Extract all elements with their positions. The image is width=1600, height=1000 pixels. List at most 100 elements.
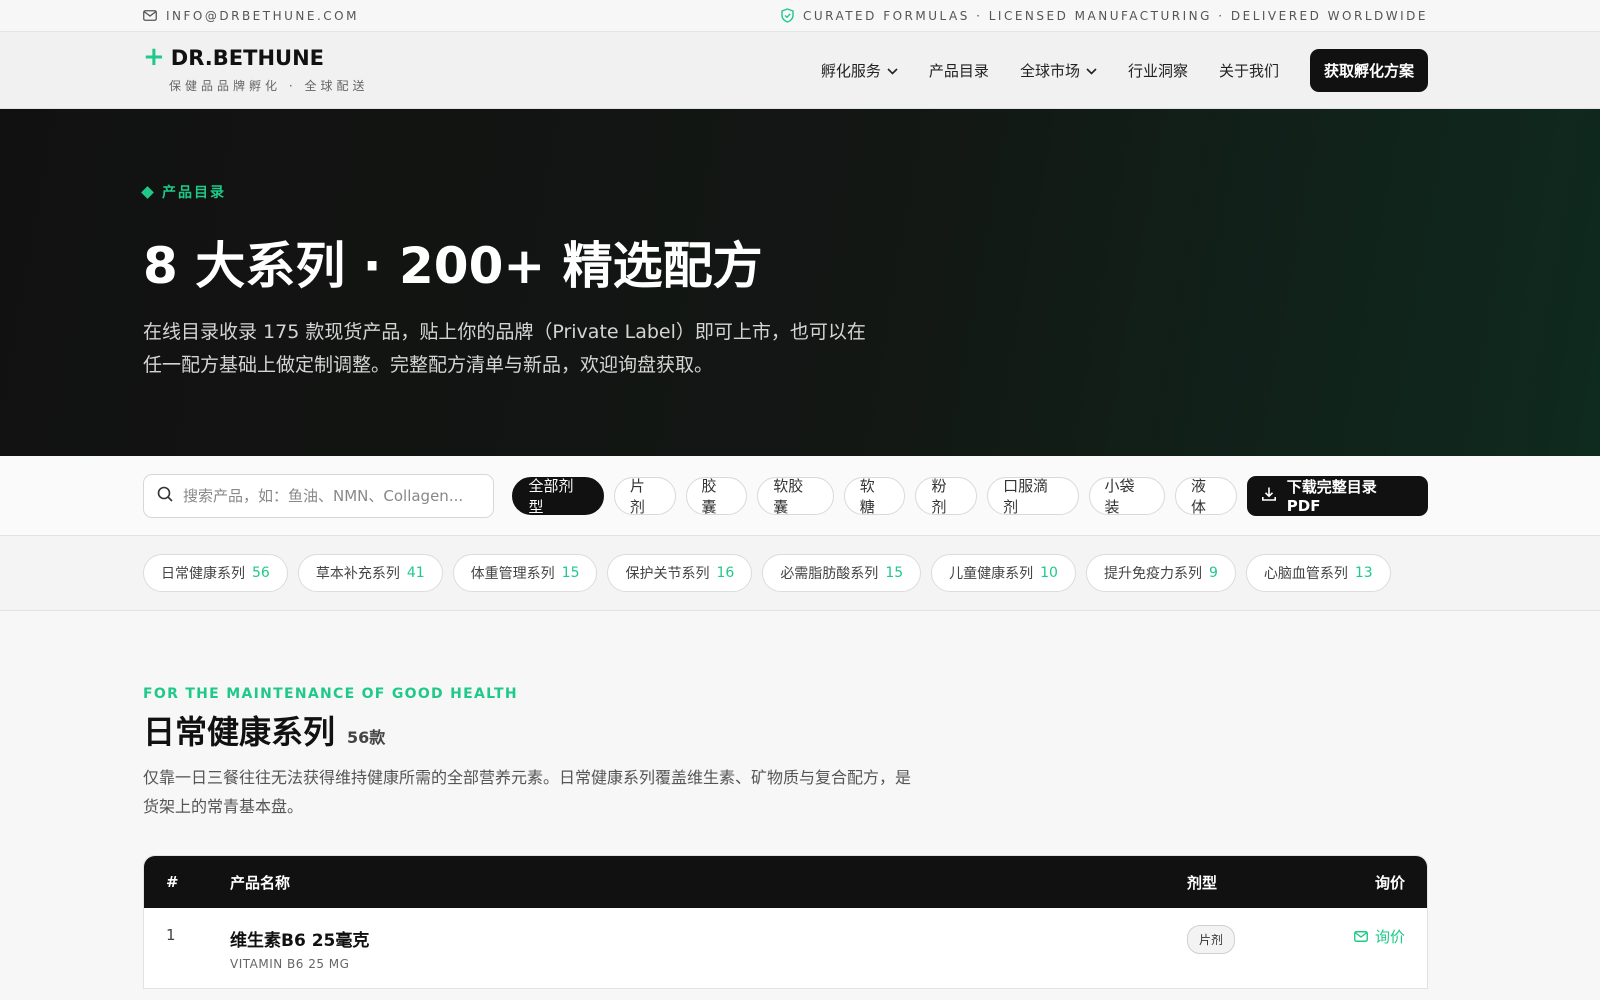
type-badge: 片剂 — [1187, 925, 1236, 954]
series-count: 9 — [1208, 565, 1218, 581]
series-chip[interactable]: 体重管理系列 15 — [452, 554, 598, 592]
series-name: 草本补充系列 — [315, 566, 400, 582]
chip-sachet[interactable]: 小袋装 — [1088, 476, 1166, 516]
section-eyebrow: FOR THE MAINTENANCE OF GOOD HEALTH — [143, 686, 518, 702]
series-name: 保护关节系列 — [625, 566, 710, 582]
row-product: 维生素B6 25毫克 VITAMIN B6 25 MG — [230, 926, 1187, 971]
main-content: FOR THE MAINTENANCE OF GOOD HEALTH 日常健康系… — [0, 611, 1600, 989]
nav-label: 产品目录 — [928, 61, 989, 80]
series-name: 心脑血管系列 — [1263, 566, 1348, 582]
product-table: # 产品名称 剂型 询价 1 维生素B6 25毫克 VITAMIN B6 25 … — [143, 855, 1428, 989]
chip-tablet[interactable]: 片剂 — [613, 476, 676, 516]
table-header: # 产品名称 剂型 询价 — [144, 856, 1427, 908]
section-description: 仅靠一日三餐往往无法获得维持健康所需的全部营养元素。日常健康系列覆盖维生素、矿物… — [143, 763, 1003, 821]
header-ask: 询价 — [1374, 873, 1405, 892]
nav-item-insights[interactable]: 行业洞察 — [1128, 60, 1188, 81]
section-desc-line: 仅靠一日三餐往往无法获得维持健康所需的全部营养元素。日常健康系列覆盖维生素、矿物… — [143, 768, 912, 787]
chip-powder[interactable]: 粉剂 — [915, 476, 978, 516]
series-chip[interactable]: 日常健康系列 56 — [143, 554, 288, 592]
download-pdf-button[interactable]: 下载完整目录 PDF — [1246, 475, 1428, 516]
header-type: 剂型 — [1187, 873, 1218, 892]
download-icon — [1261, 486, 1277, 506]
get-plan-button[interactable]: 获取孵化方案 — [1309, 48, 1428, 92]
diamond-icon — [141, 185, 154, 199]
nav-label: 关于我们 — [1218, 61, 1279, 80]
series-name: 体重管理系列 — [470, 566, 555, 582]
series-count: 15 — [561, 565, 580, 581]
header-name: 产品名称 — [230, 873, 291, 892]
series-count: 41 — [406, 565, 425, 581]
mail-icon — [143, 10, 157, 21]
nav-label: 行业洞察 — [1127, 61, 1188, 80]
plus-icon: + — [143, 41, 165, 72]
nav-item-catalog[interactable]: 产品目录 — [929, 60, 989, 81]
series-chip[interactable]: 儿童健康系列 10 — [931, 554, 1076, 592]
section-heading: 日常健康系列 56款 — [143, 707, 1428, 753]
row-type: 片剂 — [1187, 925, 1317, 954]
inquiry-label: 询价 — [1374, 928, 1405, 946]
search-input[interactable] — [183, 486, 463, 505]
nav-item-incubation[interactable]: 孵化服务 — [821, 60, 898, 81]
table-row[interactable]: 1 维生素B6 25毫克 VITAMIN B6 25 MG 片剂 询价 — [144, 908, 1427, 988]
series-chip[interactable]: 必需脂肪酸系列 15 — [762, 554, 922, 592]
series-chip[interactable]: 提升免疫力系列 9 — [1085, 554, 1236, 592]
series-name: 日常健康系列 — [161, 566, 245, 582]
product-name: 维生素B6 25毫克 — [230, 931, 370, 951]
search-icon — [157, 486, 173, 506]
tagline: CURATED FORMULAS · LICENSED MANUFACTURIN… — [781, 8, 1428, 23]
brand-name: DR.BETHUNE — [170, 46, 324, 70]
contact-email[interactable]: INFO@DRBETHUNE.COM — [143, 9, 359, 23]
page-title: 8 大系列 · 200+ 精选配方 — [143, 237, 763, 295]
nav-label: 全球市场 — [1019, 61, 1080, 80]
email-text: INFO@DRBETHUNE.COM — [166, 8, 359, 23]
inquiry-button[interactable]: 询价 — [1354, 926, 1405, 947]
hero-desc-line: 在线目录收录 175 款现货产品，贴上你的品牌（Private Label）即可… — [143, 321, 866, 343]
hero-eyebrow: 产品目录 — [141, 182, 1457, 202]
hero-desc-line: 任一配方基础上做定制调整。完整配方清单与新品，欢迎询盘获取。 — [143, 354, 714, 376]
series-name: 必需脂肪酸系列 — [780, 566, 879, 582]
series-count: 15 — [885, 565, 904, 581]
header-num: # — [166, 873, 179, 891]
nav-item-about[interactable]: 关于我们 — [1219, 60, 1279, 81]
series-chip[interactable]: 保护关节系列 16 — [607, 554, 753, 592]
row-ask: 询价 — [1317, 926, 1427, 947]
chip-all-forms[interactable]: 全部剂型 — [512, 476, 604, 516]
hero-banner: 产品目录 8 大系列 · 200+ 精选配方 在线目录收录 175 款现货产品，… — [0, 109, 1600, 456]
series-bar: 日常健康系列 56 草本补充系列 41 体重管理系列 15 保护关节系列 16 必需脂肪酸系列 1… — [0, 536, 1600, 611]
download-label: 下载完整目录 PDF — [1286, 478, 1377, 515]
nav-label: 孵化服务 — [820, 61, 881, 80]
nav-item-global-market[interactable]: 全球市场 — [1020, 60, 1097, 81]
chip-capsule[interactable]: 胶囊 — [685, 476, 748, 516]
series-count: 56 — [252, 565, 270, 581]
section-count: 56款 — [347, 728, 386, 747]
series-count: 13 — [1354, 565, 1373, 581]
tagline-text: CURATED FORMULAS · LICENSED MANUFACTURIN… — [802, 8, 1428, 23]
series-name: 儿童健康系列 — [949, 566, 1034, 582]
top-strip: INFO@DRBETHUNE.COM CURATED FORMULAS · LI… — [0, 0, 1600, 32]
chip-gummy[interactable]: 软糖 — [843, 476, 906, 516]
chip-softgel[interactable]: 软胶囊 — [757, 476, 834, 516]
section-title: 日常健康系列 — [143, 713, 336, 751]
filter-bar: 全部剂型 片剂 胶囊 软胶囊 软糖 粉剂 口服滴剂 小袋装 液体 下载完整目录 … — [0, 456, 1600, 536]
hero-description: 在线目录收录 175 款现货产品，贴上你的品牌（Private Label）即可… — [143, 316, 883, 382]
product-name-en: VITAMIN B6 25 MG — [230, 957, 350, 971]
shield-check-icon — [781, 8, 794, 23]
row-num: 1 — [166, 926, 176, 944]
series-name: 提升免疫力系列 — [1103, 566, 1202, 582]
brand-logo[interactable]: + DR.BETHUNE 保健品品牌孵化 · 全球配送 — [143, 41, 369, 94]
chip-oral-drops[interactable]: 口服滴剂 — [987, 476, 1079, 516]
series-chip[interactable]: 心脑血管系列 13 — [1245, 554, 1391, 592]
site-header: + DR.BETHUNE 保健品品牌孵化 · 全球配送 孵化服务 产品目录 全球… — [0, 32, 1600, 109]
series-count: 16 — [716, 565, 735, 581]
main-nav: 孵化服务 产品目录 全球市场 行业洞察 关于我们 获取孵化方案 — [821, 48, 1428, 92]
series-count: 10 — [1040, 565, 1058, 581]
search-box[interactable] — [143, 473, 495, 518]
section-desc-line: 货架上的常青基本盘。 — [143, 797, 304, 816]
hero-eyebrow-text: 产品目录 — [162, 185, 226, 201]
series-chip[interactable]: 草本补充系列 41 — [297, 554, 443, 592]
chevron-down-icon — [887, 61, 898, 79]
brand-tagline: 保健品品牌孵化 · 全球配送 — [169, 79, 369, 93]
chevron-down-icon — [1086, 61, 1097, 79]
chip-liquid[interactable]: 液体 — [1175, 476, 1237, 516]
mail-icon — [1354, 928, 1368, 946]
